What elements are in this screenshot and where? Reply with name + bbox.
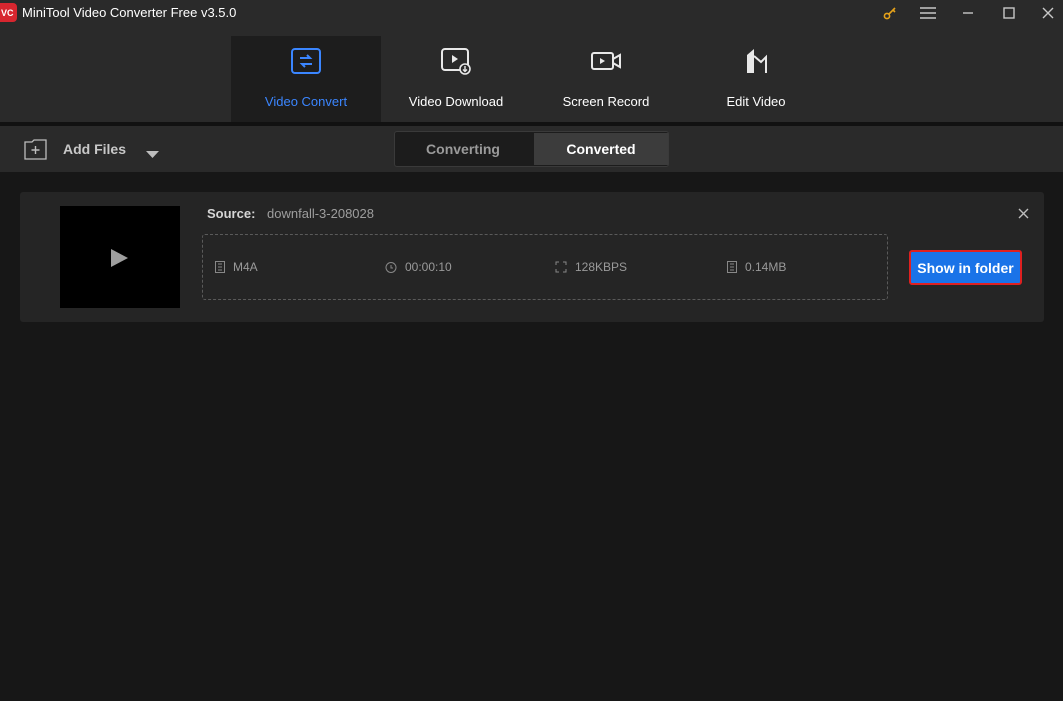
add-folder-icon: [24, 139, 47, 160]
tab-video-download[interactable]: Video Download: [381, 36, 531, 122]
main-nav: Video Convert Video Download Screen Reco…: [0, 26, 1063, 122]
clock-icon: [385, 262, 397, 273]
show-in-folder-button[interactable]: Show in folder: [909, 250, 1022, 285]
maximize-icon[interactable]: [994, 0, 1024, 26]
add-files-button[interactable]: Add Files: [24, 137, 126, 161]
tab-screen-record[interactable]: Screen Record: [531, 36, 681, 122]
edit-icon: [747, 49, 767, 73]
source-label: Source:: [207, 206, 256, 221]
bitrate-info: 128KBPS: [555, 260, 627, 274]
tab-converted[interactable]: Converted: [534, 133, 668, 165]
app-logo: VC: [0, 3, 17, 22]
play-icon: [111, 249, 128, 267]
duration-info: 00:00:10: [385, 260, 452, 274]
resolution-icon: [555, 261, 567, 273]
size-value: 0.14MB: [745, 260, 787, 274]
window-title: MiniTool Video Converter Free v3.5.0: [22, 5, 237, 20]
key-icon[interactable]: [875, 0, 905, 26]
format-info: M4A: [215, 260, 258, 274]
tab-label: Screen Record: [562, 94, 650, 109]
tab-converting[interactable]: Converting: [396, 133, 530, 165]
remove-item-icon[interactable]: [1018, 206, 1029, 224]
camera-icon: [591, 52, 621, 70]
add-files-label: Add Files: [63, 141, 127, 157]
menu-icon[interactable]: [913, 0, 943, 26]
size-info: 0.14MB: [727, 260, 786, 274]
tab-edit-video[interactable]: Edit Video: [681, 36, 831, 122]
close-window-icon[interactable]: [1033, 0, 1063, 26]
tab-label: Video Convert: [264, 94, 348, 109]
video-thumbnail[interactable]: [60, 206, 180, 308]
tab-label: Video Download: [408, 94, 504, 109]
bitrate-value: 128KBPS: [575, 260, 628, 274]
status-toggle: Converting Converted: [394, 131, 669, 167]
file-size-icon: [727, 261, 737, 273]
convert-icon: [291, 48, 321, 74]
format-value: M4A: [233, 260, 258, 274]
converted-file-card: Source: downfall-3-208028 M4A 00:00:10 1…: [20, 192, 1044, 322]
output-details: M4A 00:00:10 128KBPS 0.14MB: [202, 234, 888, 300]
source-filename: downfall-3-208028: [267, 206, 374, 221]
download-icon: [441, 48, 471, 75]
source-info: Source: downfall-3-208028: [207, 206, 374, 221]
add-files-dropdown[interactable]: [146, 146, 159, 164]
tab-video-convert[interactable]: Video Convert: [231, 36, 381, 122]
title-bar: VC MiniTool Video Converter Free v3.5.0: [0, 0, 1063, 26]
file-format-icon: [215, 261, 225, 273]
duration-value: 00:00:10: [405, 260, 452, 274]
svg-text:VC: VC: [1, 8, 14, 17]
toolbar: Add Files Converting Converted: [0, 126, 1063, 172]
chevron-down-icon: [146, 151, 159, 158]
tab-label: Edit Video: [726, 94, 786, 109]
minimize-icon[interactable]: [953, 0, 983, 26]
